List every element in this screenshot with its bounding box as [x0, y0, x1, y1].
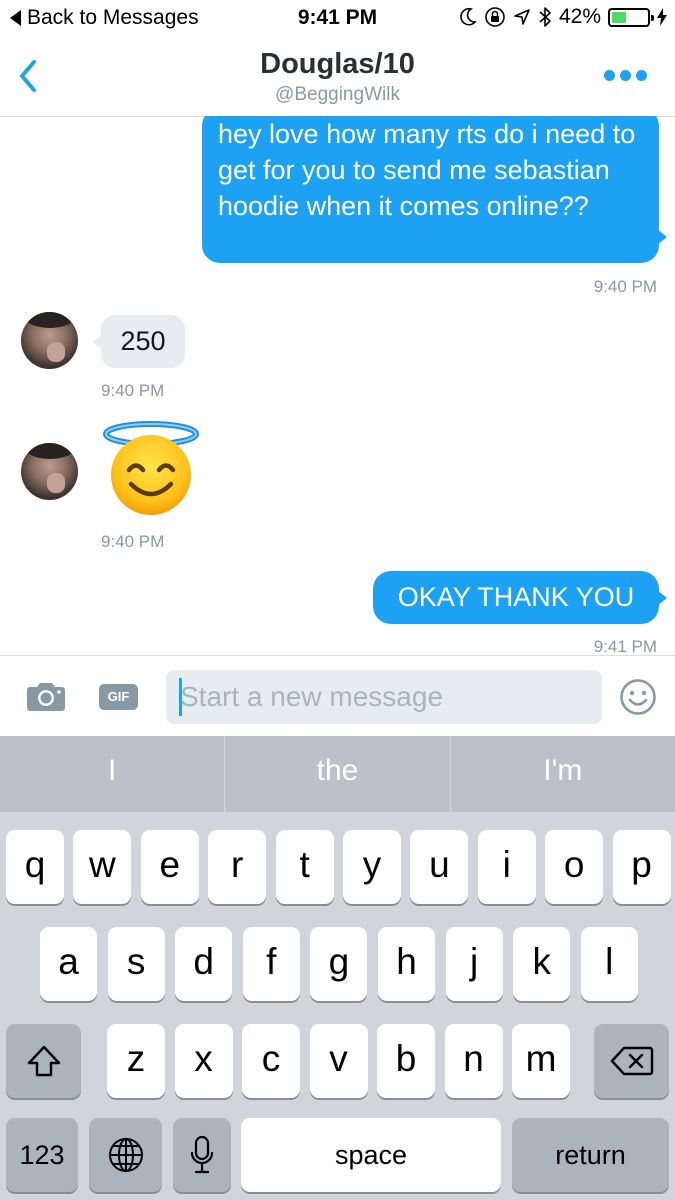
key-j[interactable]: j: [445, 927, 503, 1001]
suggestion-item[interactable]: I: [0, 736, 226, 812]
keyboard: I the I'm qwertyuiop asdfghjkl zxcvbnm 123…: [0, 736, 675, 1200]
conversation-handle: @BeggingWilk: [275, 84, 400, 105]
space-key[interactable]: space: [241, 1118, 501, 1192]
microphone-icon: [190, 1135, 214, 1174]
outgoing-message[interactable]: OKAY THANK YOU: [373, 571, 667, 624]
incoming-message[interactable]: 250: [92, 315, 185, 368]
key-s[interactable]: s: [107, 927, 165, 1001]
globe-icon: [108, 1138, 143, 1172]
gif-label: GIF: [107, 689, 130, 704]
key-r[interactable]: r: [208, 830, 267, 904]
key-m[interactable]: m: [512, 1024, 570, 1098]
key-u[interactable]: u: [410, 830, 469, 904]
key-l[interactable]: l: [580, 927, 638, 1001]
key-b[interactable]: b: [377, 1024, 435, 1098]
key-p[interactable]: p: [612, 830, 671, 904]
numbers-key[interactable]: 123: [6, 1118, 78, 1192]
key-o[interactable]: o: [545, 830, 604, 904]
status-bar: Back to Messages 9:41 PM 42%: [0, 0, 675, 38]
message-timestamp: 9:40 PM: [101, 381, 165, 400]
key-v[interactable]: v: [309, 1024, 368, 1098]
rotation-lock-icon: [485, 7, 505, 27]
space-key-label: space: [334, 1140, 408, 1170]
text-caret: [179, 678, 182, 716]
avatar[interactable]: [21, 312, 78, 369]
microphone-key[interactable]: [173, 1118, 231, 1192]
camera-icon[interactable]: [26, 680, 66, 712]
key-f[interactable]: f: [242, 927, 300, 1001]
charging-bolt-icon: [657, 8, 667, 26]
key-x[interactable]: x: [174, 1024, 233, 1098]
smiling-face-with-halo-icon[interactable]: [103, 418, 199, 516]
key-k[interactable]: k: [513, 927, 571, 1001]
conversation-title: Douglas/10: [260, 48, 415, 80]
conversation-header: Douglas/10 @BeggingWilk: [0, 38, 675, 117]
suggestion-item[interactable]: the: [225, 736, 451, 812]
message-text: 250: [120, 326, 166, 356]
key-q[interactable]: q: [6, 830, 64, 904]
more-dots-icon[interactable]: [604, 70, 647, 81]
message-thread[interactable]: hey love how many rts do i need to get f…: [0, 116, 675, 655]
battery-icon: [608, 7, 654, 27]
gif-icon[interactable]: GIF: [99, 684, 138, 710]
message-timestamp: 9:40 PM: [593, 277, 657, 296]
battery-level-fill: [612, 11, 627, 23]
message-text: hey love how many rts do i need to get f…: [218, 119, 636, 221]
backspace-key[interactable]: [594, 1024, 669, 1098]
return-key-label: return: [555, 1140, 626, 1170]
globe-key[interactable]: [89, 1118, 162, 1192]
key-y[interactable]: y: [343, 830, 401, 904]
key-w[interactable]: w: [73, 830, 132, 904]
key-t[interactable]: t: [275, 830, 334, 904]
key-i[interactable]: i: [477, 830, 536, 904]
message-timestamp: 9:41 PM: [593, 637, 657, 655]
status-indicators: 42%: [459, 5, 667, 29]
numbers-key-label: 123: [19, 1140, 65, 1170]
shift-icon: [27, 1045, 60, 1077]
message-input[interactable]: [166, 670, 602, 724]
key-d[interactable]: d: [175, 927, 233, 1001]
bluetooth-icon: [539, 7, 551, 27]
predictive-bar: I the I'm: [0, 736, 675, 812]
suggestion-item[interactable]: I'm: [451, 736, 675, 812]
key-g[interactable]: g: [310, 927, 368, 1001]
avatar[interactable]: [21, 443, 78, 500]
location-arrow-icon: [514, 9, 530, 25]
smiley-icon[interactable]: [619, 678, 657, 716]
key-h[interactable]: h: [378, 927, 435, 1001]
outgoing-message[interactable]: hey love how many rts do i need to get f…: [202, 116, 667, 263]
key-c[interactable]: c: [242, 1024, 300, 1098]
return-key[interactable]: return: [512, 1118, 669, 1192]
key-z[interactable]: z: [107, 1024, 165, 1098]
key-n[interactable]: n: [444, 1024, 503, 1098]
message-text: OKAY THANK YOU: [397, 582, 635, 612]
backspace-icon: [610, 1046, 653, 1076]
battery-percent: 42%: [558, 5, 601, 28]
moon-icon: [460, 7, 477, 26]
shift-key[interactable]: [6, 1024, 81, 1098]
key-a[interactable]: a: [40, 927, 97, 1001]
message-composer: GIF: [0, 655, 675, 737]
message-timestamp: 9:40 PM: [101, 532, 165, 551]
key-e[interactable]: e: [140, 830, 199, 904]
